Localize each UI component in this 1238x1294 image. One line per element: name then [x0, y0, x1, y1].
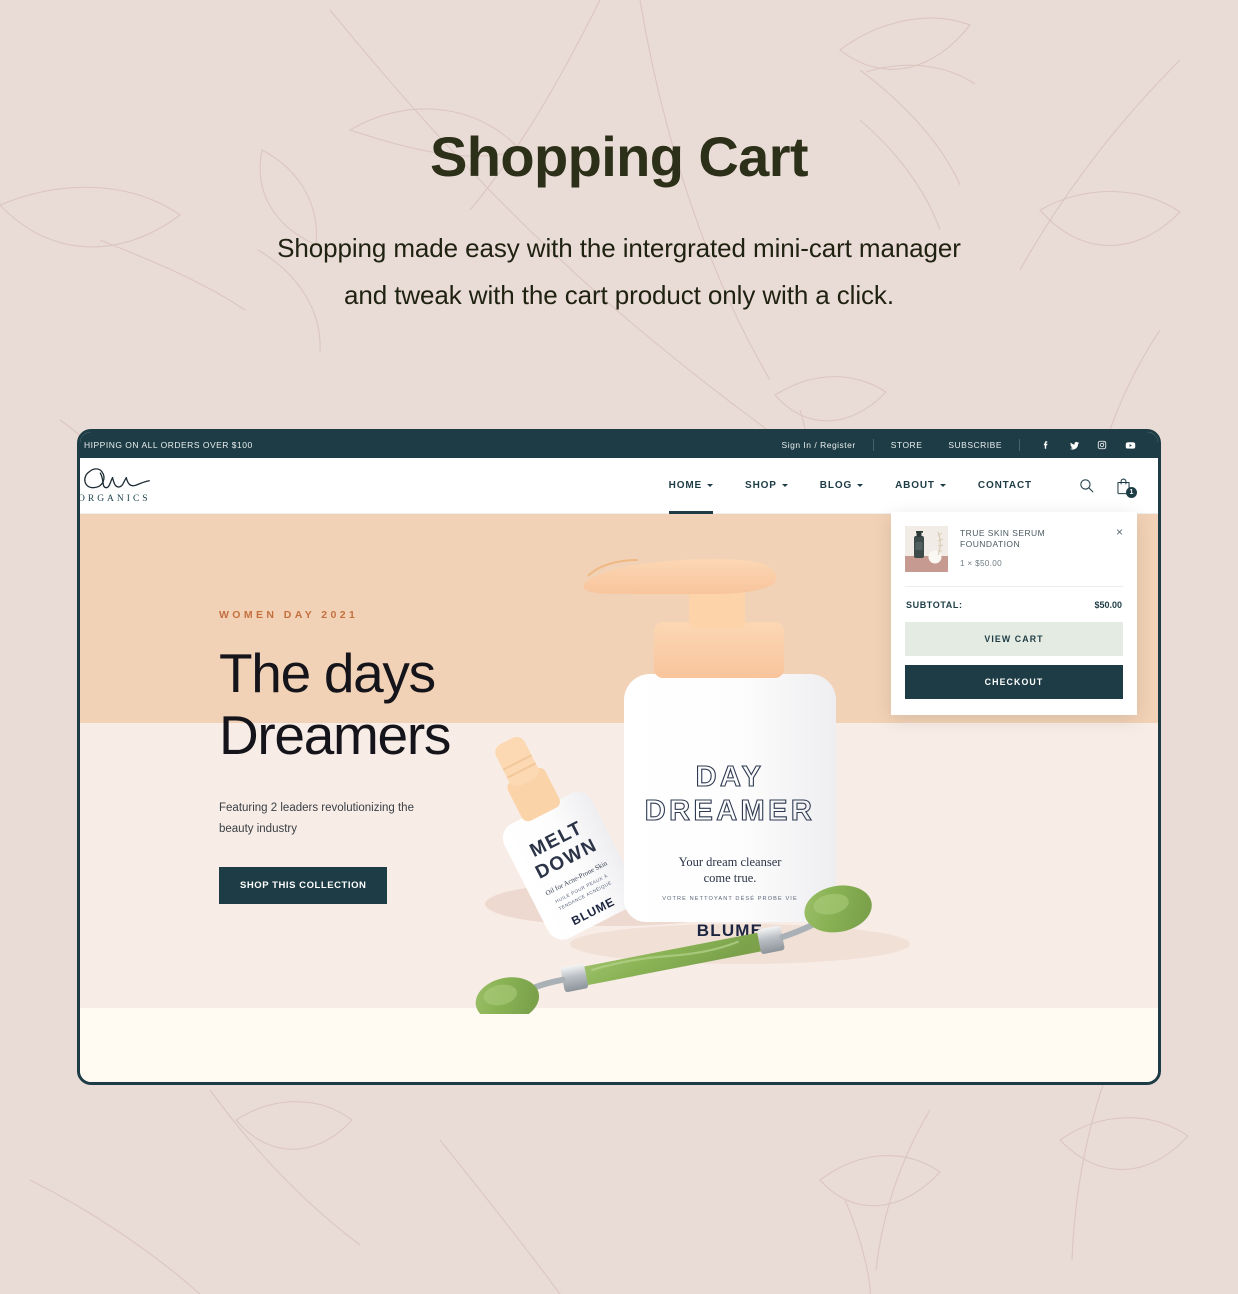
page-header: Shopping Cart Shopping made easy with th…	[0, 0, 1238, 319]
site-logo[interactable]: ORGANICS	[78, 467, 212, 504]
checkout-button[interactable]: CHECKOUT	[905, 665, 1123, 699]
nav-item-shop[interactable]: SHOP	[729, 458, 804, 513]
page-subtitle-line-1: Shopping made easy with the intergrated …	[277, 232, 961, 263]
nav-item-contact-label: CONTACT	[977, 480, 1032, 491]
nav-item-home[interactable]: HOME	[653, 458, 729, 514]
subtotal-label: SUBTOTAL:	[906, 600, 963, 610]
browser-window: HIPPING ON ALL ORDERS OVER $100 Sign In …	[77, 429, 1161, 1085]
store-link[interactable]: STORE	[878, 440, 936, 450]
hero-subtitle: Featuring 2 leaders revolutionizing the …	[219, 802, 414, 836]
logo-wordmark: ORGANICS	[78, 494, 151, 504]
svg-text:come true.: come true.	[704, 871, 757, 885]
chevron-down-icon	[781, 484, 788, 487]
topbar-divider-1	[872, 439, 874, 451]
shop-this-collection-button[interactable]: SHOP THIS COLLECTION	[219, 866, 388, 904]
page-subtitle: Shopping made easy with the intergrated …	[0, 225, 1238, 320]
social-links	[1024, 440, 1144, 451]
subscribe-link[interactable]: SUBSCRIBE	[935, 440, 1015, 450]
nav-item-shop-label: SHOP	[745, 480, 777, 491]
mini-cart-dropdown: TRUE SKIN SERUM FOUNDATION 1 × $50.00 × …	[891, 512, 1137, 715]
hero-title: The days Dreamers	[219, 642, 639, 766]
svg-text:DREAMER: DREAMER	[645, 795, 815, 827]
utility-topbar: HIPPING ON ALL ORDERS OVER $100 Sign In …	[80, 432, 1158, 458]
sign-in-register-link[interactable]: Sign In / Register	[769, 440, 869, 450]
mini-cart-subtotal-row: SUBTOTAL: $50.00	[905, 587, 1123, 622]
product-thumbnail[interactable]	[905, 526, 948, 572]
hero-band-bottom	[80, 1008, 1158, 1082]
nav-menu: HOME SHOP BLOG ABOUT CONTACT	[212, 458, 1048, 514]
hero-copy: WOMEN DAY 2021 The days Dreamers Featuri…	[219, 609, 639, 904]
twitter-icon[interactable]	[1060, 440, 1088, 451]
nav-item-about[interactable]: ABOUT	[879, 458, 962, 513]
topbar-links: Sign In / Register STORE SUBSCRIBE	[769, 439, 1144, 451]
nav-item-blog-label: BLOG	[819, 480, 853, 491]
mini-cart-item-name[interactable]: TRUE SKIN SERUM FOUNDATION	[960, 528, 1123, 551]
nav-item-home-label: HOME	[668, 480, 703, 491]
chevron-down-icon	[857, 484, 864, 487]
mini-cart-item-quantity-price: 1 × $50.00	[960, 558, 1002, 568]
mini-cart-item: TRUE SKIN SERUM FOUNDATION 1 × $50.00 ×	[905, 526, 1123, 587]
svg-text:DAY: DAY	[696, 761, 765, 793]
chevron-down-icon	[939, 484, 946, 487]
logo-signature-icon	[84, 468, 150, 489]
nav-item-about-label: ABOUT	[895, 480, 935, 491]
shopping-bag-icon[interactable]: 1	[1115, 477, 1137, 498]
cart-count-badge: 1	[1126, 486, 1137, 498]
nav-item-contact[interactable]: CONTACT	[962, 458, 1048, 513]
svg-text:VOTRE NETTOYANT DÉSÉ PROBE VIE: VOTRE NETTOYANT DÉSÉ PROBE VIE	[662, 895, 798, 902]
svg-text:Your dream cleanser: Your dream cleanser	[679, 855, 783, 869]
main-navigation-bar: ORGANICS HOME SHOP BLOG ABOUT CONTACT 1	[80, 458, 1158, 514]
nav-item-blog[interactable]: BLOG	[804, 458, 879, 513]
hero-title-line-1: The days	[219, 642, 436, 704]
instagram-icon[interactable]	[1088, 440, 1116, 450]
view-cart-button[interactable]: VIEW CART	[905, 622, 1123, 656]
subtotal-value: $50.00	[1094, 600, 1122, 610]
page-title: Shopping Cart	[430, 125, 809, 188]
chevron-down-icon	[707, 484, 714, 487]
page-subtitle-line-2: and tweak with the cart product only wit…	[344, 280, 894, 311]
search-icon[interactable]	[1078, 477, 1095, 494]
hero-title-line-2: Dreamers	[219, 703, 451, 766]
topbar-divider-2	[1019, 439, 1020, 451]
facebook-icon[interactable]	[1032, 440, 1060, 450]
youtube-icon[interactable]	[1116, 440, 1144, 451]
product-thumbnail-image	[905, 526, 948, 572]
remove-item-close-icon[interactable]: ×	[1116, 526, 1123, 538]
mini-cart-item-info: TRUE SKIN SERUM FOUNDATION 1 × $50.00	[960, 526, 1123, 572]
nav-icon-group: 1	[1048, 477, 1158, 498]
hero-eyebrow: WOMEN DAY 2021	[219, 609, 359, 621]
announcement-text: HIPPING ON ALL ORDERS OVER $100	[84, 440, 253, 450]
